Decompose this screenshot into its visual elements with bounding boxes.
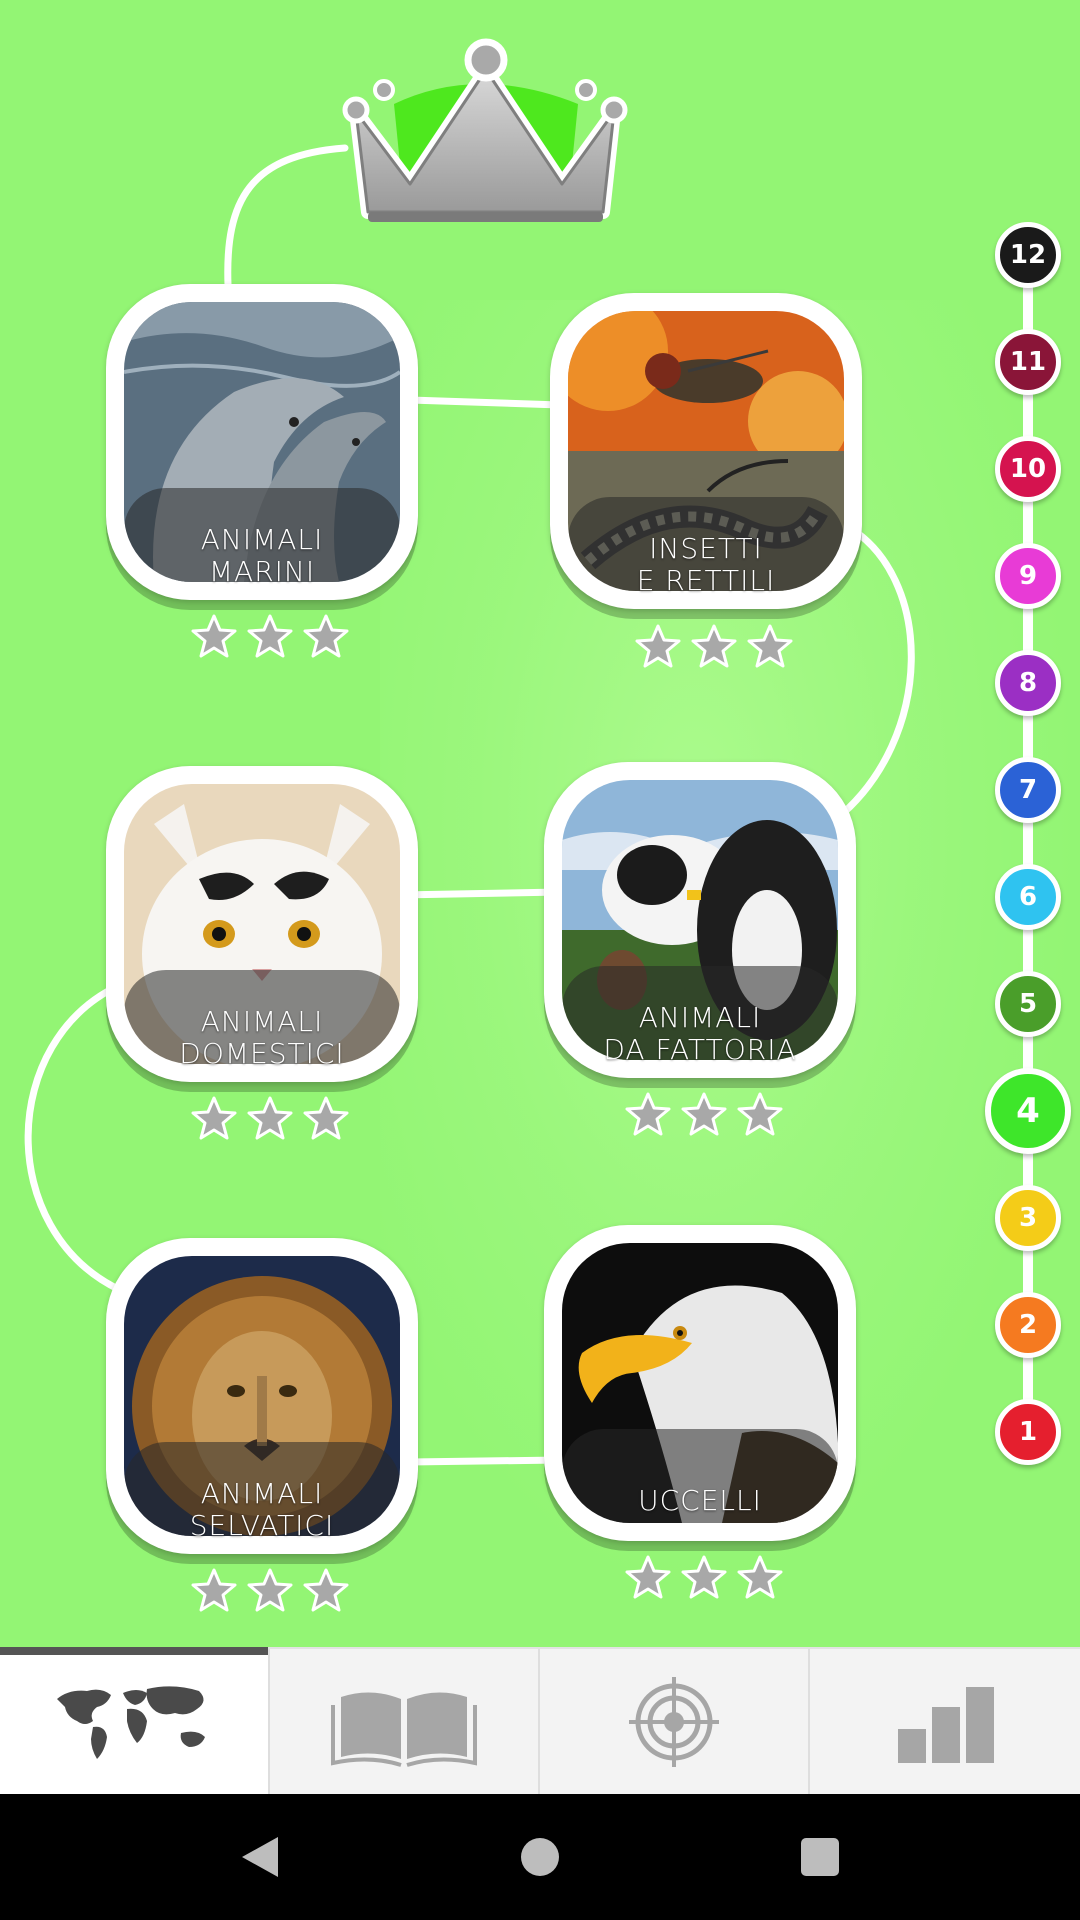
star-icon bbox=[747, 624, 793, 668]
level-11-button[interactable]: 11 bbox=[995, 329, 1061, 395]
tab-quiz[interactable] bbox=[540, 1649, 810, 1794]
level-6-button[interactable]: 6 bbox=[995, 864, 1061, 930]
category-card-marine[interactable]: ANIMALI MARINI bbox=[106, 284, 418, 600]
star-icon bbox=[247, 1096, 293, 1140]
star-icon bbox=[247, 1568, 293, 1612]
star-rating-birds bbox=[624, 1553, 784, 1603]
level-line bbox=[1023, 252, 1033, 1432]
level-selector: 12 11 10 9 8 7 6 5 4 3 2 1 bbox=[985, 222, 1071, 1465]
star-rating-insects bbox=[634, 622, 794, 672]
star-icon bbox=[191, 614, 237, 658]
category-card-wild[interactable]: ANIMALI SELVATICI bbox=[106, 1238, 418, 1554]
star-icon bbox=[737, 1092, 783, 1136]
level-4-button[interactable]: 4 bbox=[985, 1068, 1071, 1154]
level-1-button[interactable]: 1 bbox=[995, 1399, 1061, 1465]
star-icon bbox=[191, 1096, 237, 1140]
tab-stats[interactable] bbox=[810, 1649, 1080, 1794]
bar-chart-icon bbox=[898, 1686, 994, 1763]
category-card-pets[interactable]: ANIMALI DOMESTICI bbox=[106, 766, 418, 1082]
level-8-button[interactable]: 8 bbox=[995, 650, 1061, 716]
category-label: ANIMALI DA FATTORIA bbox=[603, 1001, 797, 1066]
target-icon bbox=[629, 1676, 719, 1767]
system-nav-bar bbox=[0, 1794, 1080, 1920]
tab-learn[interactable] bbox=[270, 1649, 540, 1794]
star-icon bbox=[681, 1555, 727, 1599]
screen: ANIMALI MARINI INSETTI E RETTILI ANIMALI… bbox=[0, 0, 1080, 1920]
category-card-birds[interactable]: UCCELLI bbox=[544, 1225, 856, 1541]
category-card-insects[interactable]: INSETTI E RETTILI bbox=[550, 293, 862, 609]
star-rating-farm bbox=[624, 1090, 784, 1140]
world-map-icon bbox=[57, 1685, 205, 1759]
star-icon bbox=[635, 624, 681, 668]
category-label: UCCELLI bbox=[638, 1484, 762, 1517]
star-rating-pets bbox=[190, 1094, 350, 1144]
category-label: ANIMALI MARINI bbox=[200, 523, 324, 588]
bottom-tab-bar bbox=[0, 1647, 1080, 1794]
crown-icon[interactable] bbox=[338, 34, 630, 229]
star-icon bbox=[247, 614, 293, 658]
category-label: ANIMALI DOMESTICI bbox=[179, 1005, 345, 1070]
star-icon bbox=[303, 1096, 349, 1140]
recents-icon[interactable] bbox=[785, 1822, 855, 1892]
star-icon bbox=[625, 1092, 671, 1136]
category-card-farm[interactable]: ANIMALI DA FATTORIA bbox=[544, 762, 856, 1078]
star-rating-marine bbox=[190, 612, 350, 662]
book-icon bbox=[331, 1691, 477, 1767]
star-icon bbox=[303, 1568, 349, 1612]
star-rating-wild bbox=[190, 1566, 350, 1616]
tab-map[interactable] bbox=[0, 1647, 270, 1794]
level-10-button[interactable]: 10 bbox=[995, 436, 1061, 502]
eagle-image bbox=[562, 1243, 838, 1523]
star-icon bbox=[737, 1555, 783, 1599]
level-7-button[interactable]: 7 bbox=[995, 757, 1061, 823]
back-icon[interactable] bbox=[225, 1822, 295, 1892]
level-5-button[interactable]: 5 bbox=[995, 971, 1061, 1037]
star-icon bbox=[191, 1568, 237, 1612]
star-icon bbox=[625, 1555, 671, 1599]
category-label: ANIMALI SELVATICI bbox=[189, 1477, 335, 1542]
category-label: INSETTI E RETTILI bbox=[636, 532, 776, 597]
star-icon bbox=[681, 1092, 727, 1136]
level-3-button[interactable]: 3 bbox=[995, 1185, 1061, 1251]
home-icon[interactable] bbox=[505, 1822, 575, 1892]
level-9-button[interactable]: 9 bbox=[995, 543, 1061, 609]
star-icon bbox=[303, 614, 349, 658]
level-2-button[interactable]: 2 bbox=[995, 1292, 1061, 1358]
level-12-button[interactable]: 12 bbox=[995, 222, 1061, 288]
star-icon bbox=[691, 624, 737, 668]
